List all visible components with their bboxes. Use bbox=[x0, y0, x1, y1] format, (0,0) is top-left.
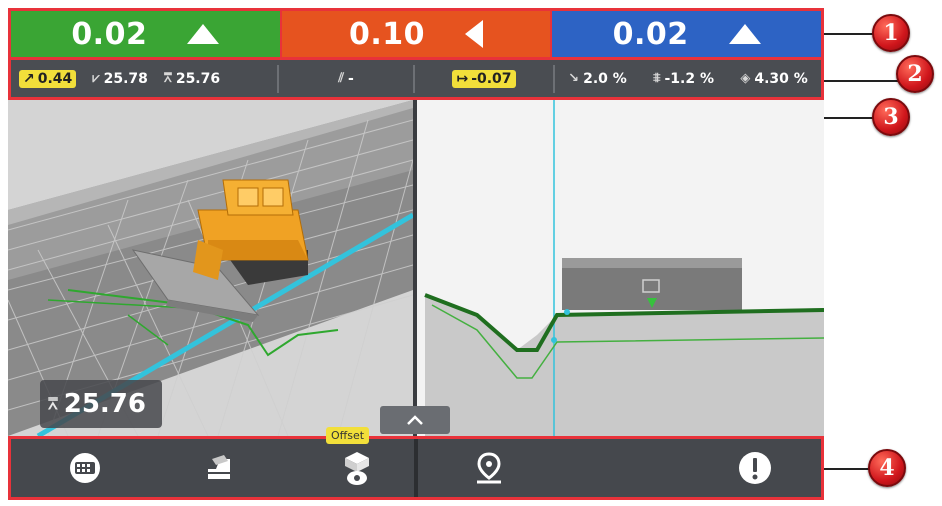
cross-section-graphic bbox=[417, 100, 824, 436]
mainfall-value: 2.0 % bbox=[583, 70, 627, 87]
cross-slope-item[interactable]: ⩨ -1.2 % bbox=[645, 71, 722, 87]
crossfall-icon: ⫽ bbox=[338, 71, 344, 86]
mainfall-slope-icon: ↘ bbox=[568, 71, 580, 86]
callout-3: 3 bbox=[872, 98, 910, 136]
plan-3d-view[interactable]: ⩞ 25.76 bbox=[8, 100, 413, 436]
expand-toolbar-button[interactable] bbox=[380, 406, 450, 434]
blade-angle-icon: ↗ bbox=[23, 70, 35, 87]
callout-line bbox=[824, 80, 904, 82]
callout-1: 1 bbox=[872, 14, 910, 52]
cross-section-view[interactable] bbox=[417, 100, 824, 436]
keyboard-icon bbox=[70, 453, 100, 483]
toolbar-divider bbox=[414, 439, 418, 497]
left-guidance[interactable]: 0.02 bbox=[11, 11, 280, 57]
location-pin-icon bbox=[477, 452, 501, 484]
blade-angle-badge: ↗ 0.44 bbox=[19, 69, 77, 88]
current-elevation-item[interactable]: ⩞ 25.76 bbox=[156, 71, 228, 87]
mainfall-item[interactable]: ↘ 2.0 % bbox=[560, 71, 635, 87]
status-bar: ↗ 0.44 ⩗ 25.78 ⩞ 25.76 ⫽ - ↦ -0.07 ↘ 2.0… bbox=[8, 60, 824, 100]
grade-item[interactable]: ◈ 4.30 % bbox=[732, 71, 815, 87]
left-arrow-icon bbox=[465, 20, 484, 48]
surface-layers-icon bbox=[208, 455, 230, 479]
blade-angle-item[interactable]: ↗ 0.44 bbox=[11, 69, 84, 88]
guidance-bar: 0.02 0.10 0.02 bbox=[8, 8, 824, 60]
main-view-area: ⩞ 25.76 bbox=[8, 100, 824, 436]
design-elevation-icon: ⩗ bbox=[92, 71, 100, 86]
center-guidance[interactable]: 0.10 bbox=[281, 11, 551, 57]
callout-4: 4 bbox=[868, 449, 906, 487]
design-elevation-value: 25.78 bbox=[103, 70, 148, 87]
up-arrow-icon bbox=[187, 24, 220, 44]
elevation-readout-value: 25.76 bbox=[63, 389, 146, 419]
grade-value: 4.30 % bbox=[754, 70, 808, 87]
elevation-readout[interactable]: ⩞ 25.76 bbox=[40, 380, 162, 428]
crossfall-item[interactable]: ⫽ - bbox=[330, 71, 362, 87]
right-guidance[interactable]: 0.02 bbox=[552, 11, 822, 57]
crossfall-value: - bbox=[348, 70, 354, 87]
chevron-up-icon bbox=[407, 415, 423, 425]
grade-icon: ◈ bbox=[740, 71, 751, 86]
offset-badge: ↦ -0.07 bbox=[452, 69, 516, 88]
alert-icon bbox=[739, 452, 771, 484]
surface-button[interactable] bbox=[189, 439, 249, 497]
blade-angle-value: 0.44 bbox=[37, 70, 73, 87]
offset-view-icon bbox=[345, 452, 369, 485]
offset-item[interactable]: ↦ -0.07 bbox=[444, 69, 523, 88]
offset-value: -0.07 bbox=[471, 70, 512, 87]
alert-button[interactable] bbox=[725, 439, 785, 497]
right-guidance-value: 0.02 bbox=[612, 16, 689, 52]
cross-slope-value: -1.2 % bbox=[664, 70, 714, 87]
offset-tooltip: Offset bbox=[326, 427, 370, 444]
location-button[interactable] bbox=[459, 439, 519, 497]
keyboard-button[interactable] bbox=[55, 439, 115, 497]
current-elevation-icon: ⩞ bbox=[163, 71, 172, 86]
design-elevation-item[interactable]: ⩗ 25.78 bbox=[84, 71, 156, 87]
current-elevation-value: 25.76 bbox=[175, 70, 221, 87]
offset-arrow-icon: ↦ bbox=[456, 70, 469, 87]
bottom-toolbar bbox=[8, 436, 824, 500]
left-guidance-value: 0.02 bbox=[71, 16, 148, 52]
elevation-icon: ⩞ bbox=[48, 394, 58, 413]
callout-2: 2 bbox=[896, 55, 934, 93]
offset-button[interactable] bbox=[327, 439, 387, 497]
cross-slope-icon: ⩨ bbox=[653, 71, 661, 86]
up-arrow-icon bbox=[728, 24, 761, 44]
center-guidance-value: 0.10 bbox=[348, 16, 426, 52]
